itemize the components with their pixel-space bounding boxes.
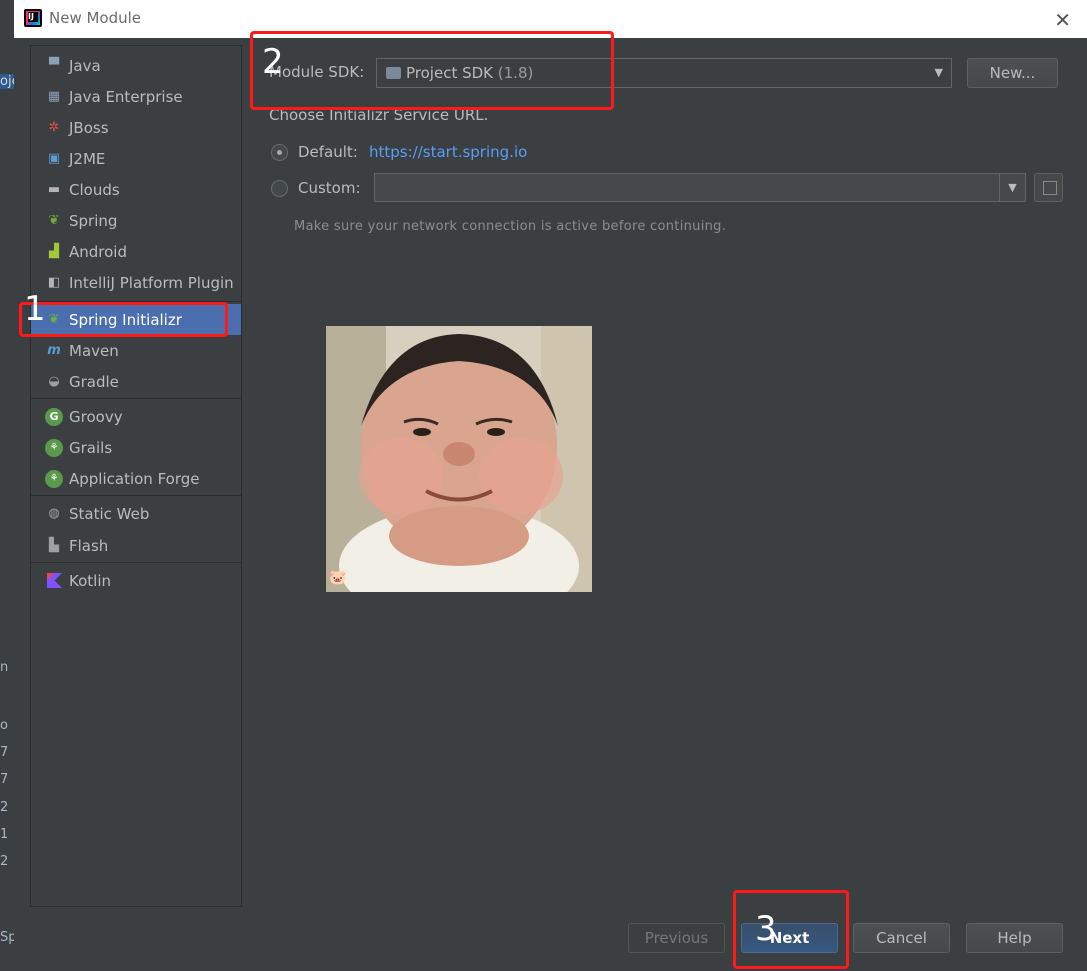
list-separator bbox=[31, 495, 241, 496]
module-type-kotlin[interactable]: Kotlin bbox=[31, 565, 241, 596]
module-type-spring[interactable]: ❦ Spring bbox=[31, 205, 241, 236]
j2me-icon: ▣ bbox=[47, 151, 61, 166]
module-type-grails[interactable]: ⚘ Grails bbox=[31, 432, 241, 463]
default-label: Default: bbox=[298, 143, 358, 161]
annotation-box-2 bbox=[250, 31, 614, 110]
module-type-label: Spring bbox=[69, 211, 118, 230]
folder-icon: ▀ bbox=[49, 58, 59, 73]
module-type-android[interactable]: ▟ Android bbox=[31, 236, 241, 267]
module-type-label: Gradle bbox=[69, 372, 119, 391]
new-sdk-button[interactable]: New... bbox=[967, 58, 1058, 88]
java-enterprise-icon: ▦ bbox=[47, 89, 61, 104]
default-url-radio[interactable] bbox=[271, 144, 288, 161]
cancel-button[interactable]: Cancel bbox=[853, 923, 950, 953]
cloud-icon: ▬ bbox=[47, 182, 61, 197]
module-type-java[interactable]: ▀ Java bbox=[31, 50, 241, 81]
custom-url-dropdown-button[interactable]: ▼ bbox=[999, 173, 1026, 202]
default-url-link[interactable]: https://start.spring.io bbox=[369, 143, 527, 161]
module-type-label: Maven bbox=[69, 341, 119, 360]
maven-icon: m bbox=[47, 343, 61, 358]
help-button[interactable]: Help bbox=[966, 923, 1063, 953]
application-forge-icon: ⚘ bbox=[45, 469, 63, 488]
background-text: 7 bbox=[0, 772, 9, 787]
background-text: 1 bbox=[0, 827, 9, 842]
module-type-clouds[interactable]: ▬ Clouds bbox=[31, 174, 241, 205]
module-type-java-enterprise[interactable]: ▦ Java Enterprise bbox=[31, 81, 241, 112]
jboss-icon: ✲ bbox=[48, 120, 60, 135]
chevron-down-icon: ▼ bbox=[934, 66, 943, 79]
spring-leaf-icon: ❦ bbox=[48, 213, 60, 228]
background-text: 2 bbox=[0, 854, 9, 869]
background-text: 2 bbox=[0, 800, 9, 815]
module-type-j2me[interactable]: ▣ J2ME bbox=[31, 143, 241, 174]
background-text: 7 bbox=[0, 745, 9, 760]
background-text: o bbox=[0, 718, 8, 733]
kotlin-icon bbox=[45, 572, 63, 590]
annotation-number-1: 1 bbox=[24, 289, 46, 329]
plugin-icon: ◧ bbox=[47, 275, 61, 290]
annotation-box-1 bbox=[19, 302, 228, 337]
module-type-label: J2ME bbox=[69, 149, 106, 168]
dialog-title: New Module bbox=[49, 9, 142, 27]
module-type-label: Static Web bbox=[69, 504, 150, 523]
groovy-icon: G bbox=[45, 407, 63, 426]
module-type-label: Flash bbox=[69, 536, 109, 555]
android-icon: ▟ bbox=[49, 244, 59, 259]
new-module-dialog: New Module ✕ ▀ Java ▦ Java Enterprise ✲ … bbox=[14, 0, 1087, 971]
module-type-label: JBoss bbox=[69, 118, 109, 137]
previous-button[interactable]: Previous bbox=[628, 923, 725, 953]
list-separator bbox=[31, 562, 241, 563]
flash-icon: ▙ bbox=[49, 538, 59, 553]
module-type-static-web[interactable]: ◍ Static Web bbox=[31, 498, 241, 529]
module-type-label: Application Forge bbox=[69, 469, 200, 488]
custom-url-input[interactable] bbox=[374, 173, 1000, 202]
module-type-label: IntelliJ Platform Plugin bbox=[69, 273, 234, 292]
baby-face-drawing bbox=[326, 326, 592, 592]
module-type-list: ▀ Java ▦ Java Enterprise ✲ JBoss ▣ J2ME … bbox=[30, 45, 242, 907]
module-type-label: Kotlin bbox=[69, 571, 111, 590]
background-text: n bbox=[0, 660, 9, 675]
intellij-icon bbox=[24, 9, 42, 27]
browse-button[interactable] bbox=[1034, 173, 1063, 202]
annotation-number-3: 3 bbox=[755, 909, 777, 949]
module-type-jboss[interactable]: ✲ JBoss bbox=[31, 112, 241, 143]
list-separator bbox=[31, 398, 241, 399]
module-type-flash[interactable]: ▙ Flash bbox=[31, 530, 241, 561]
module-type-groovy[interactable]: G Groovy bbox=[31, 401, 241, 432]
module-type-maven[interactable]: m Maven bbox=[31, 335, 241, 366]
module-type-gradle[interactable]: ◒ Gradle bbox=[31, 366, 241, 397]
module-type-label: Java Enterprise bbox=[69, 87, 183, 106]
module-type-label: Groovy bbox=[69, 407, 123, 426]
annotation-number-2: 2 bbox=[262, 42, 284, 82]
baby-face-image: 🐷 bbox=[326, 326, 592, 592]
globe-icon: ◍ bbox=[48, 506, 60, 521]
module-type-label: Java bbox=[69, 56, 101, 75]
close-icon[interactable]: ✕ bbox=[1054, 8, 1071, 32]
module-type-intellij-plugin[interactable]: ◧ IntelliJ Platform Plugin bbox=[31, 267, 241, 298]
annotation-box-3 bbox=[733, 890, 849, 969]
module-type-label: Clouds bbox=[69, 180, 120, 199]
module-type-application-forge[interactable]: ⚘ Application Forge bbox=[31, 463, 241, 494]
custom-label: Custom: bbox=[298, 179, 361, 197]
grails-icon: ⚘ bbox=[45, 438, 63, 457]
custom-url-radio[interactable] bbox=[271, 180, 288, 197]
network-hint: Make sure your network connection is act… bbox=[294, 219, 727, 234]
pig-emoji-badge: 🐷 bbox=[329, 570, 347, 586]
module-type-label: Android bbox=[69, 242, 127, 261]
module-type-label: Grails bbox=[69, 438, 113, 457]
gradle-icon: ◒ bbox=[48, 374, 60, 389]
